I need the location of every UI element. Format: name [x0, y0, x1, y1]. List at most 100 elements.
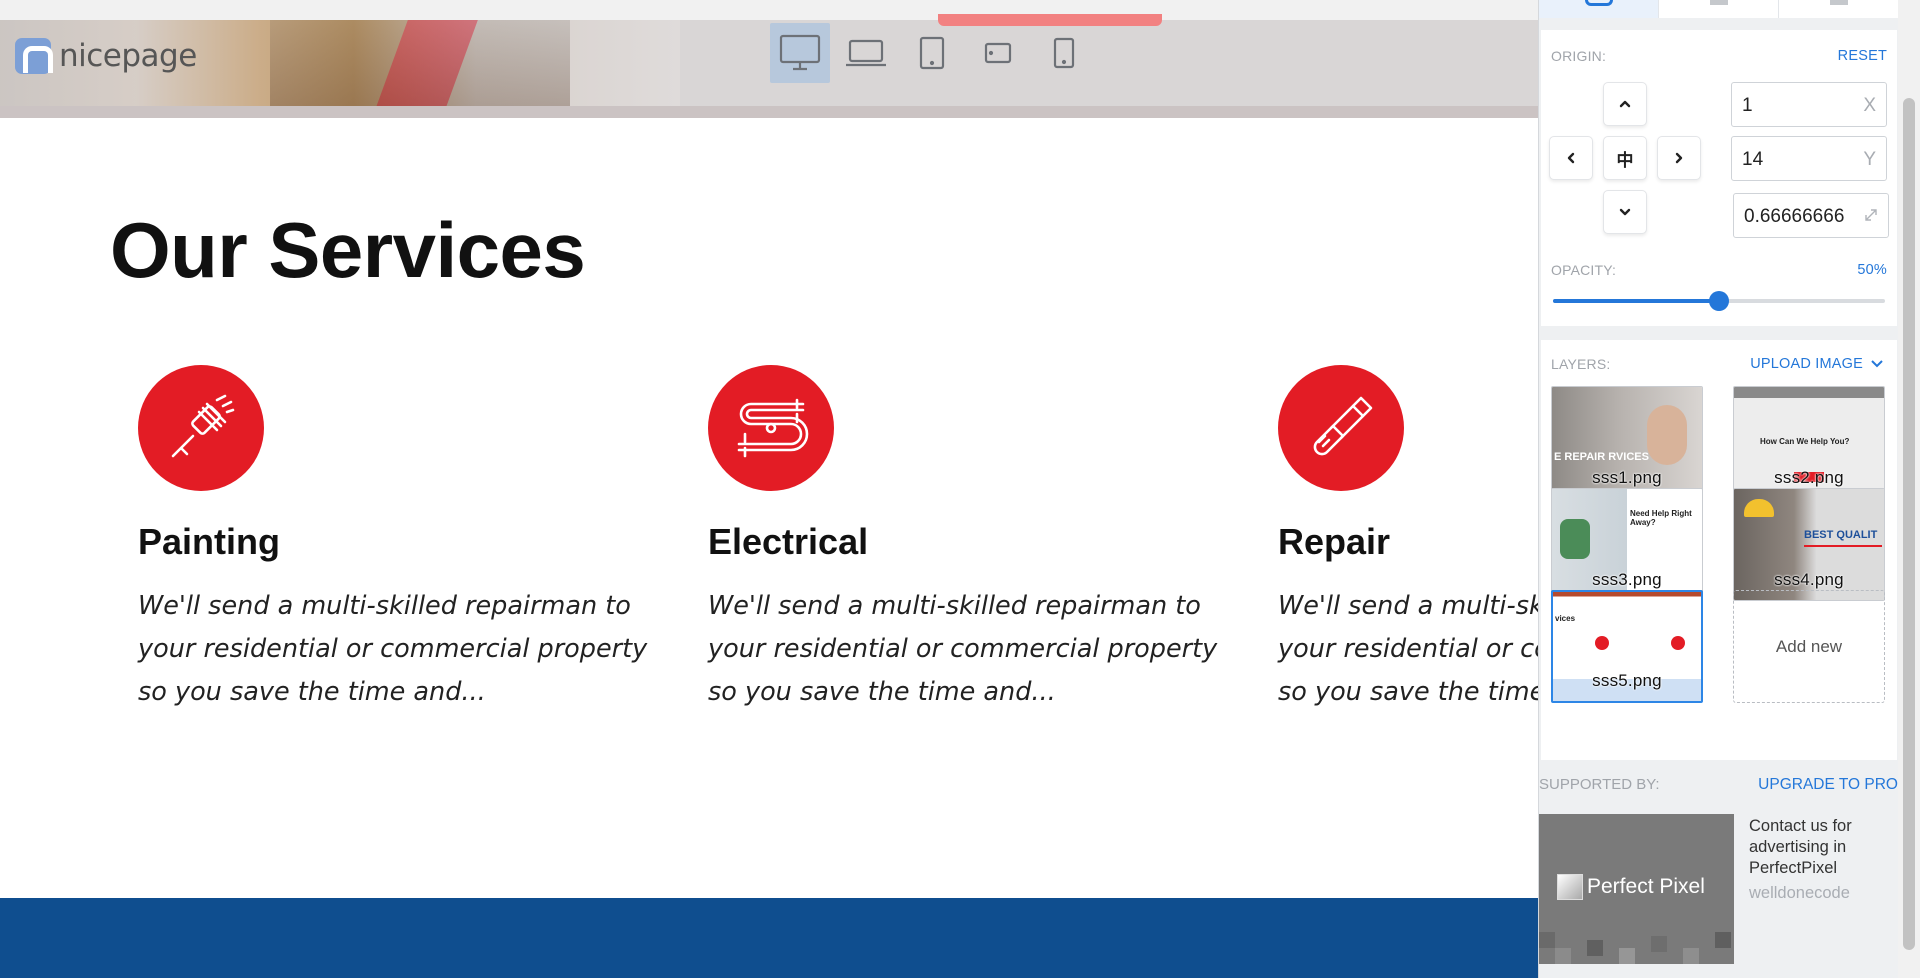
layer-preview-text: vices — [1555, 614, 1576, 623]
phone-icon — [1053, 37, 1075, 69]
scrollbar-thumb[interactable] — [1903, 98, 1915, 950]
tablet-landscape-icon — [984, 42, 1012, 64]
laptop-icon — [846, 39, 886, 67]
move-right-button[interactable] — [1657, 136, 1701, 180]
layers-label: LAYERS: — [1551, 356, 1611, 372]
ad-author[interactable]: welldonecode — [1749, 884, 1850, 903]
expand-icon — [1865, 209, 1877, 221]
y-axis-label: Y — [1863, 149, 1876, 170]
service-title: Electrical — [708, 521, 869, 562]
service-icon-circle — [1278, 365, 1404, 491]
pixel-tile — [1539, 932, 1555, 948]
header-bottom-bar — [0, 106, 1540, 118]
layers-card: LAYERS: UPLOAD IMAGE E REPAIR RVICES sss… — [1541, 340, 1897, 760]
scale-field[interactable]: 0.66666666 — [1733, 193, 1889, 238]
move-left-button[interactable] — [1549, 136, 1593, 180]
move-up-button[interactable] — [1603, 82, 1647, 126]
screwdriver-icon — [1313, 396, 1373, 456]
layer-name: sss4.png — [1774, 570, 1844, 589]
upgrade-to-pro-link[interactable]: UPGRADE TO PRO — [1758, 776, 1898, 794]
add-new-layer-button[interactable]: Add new — [1733, 590, 1885, 703]
tablet-icon — [919, 36, 945, 70]
device-phone-button[interactable] — [1034, 23, 1094, 83]
add-new-label: Add new — [1775, 636, 1843, 656]
settings-tab-icon — [1709, 0, 1728, 5]
overlay-tab-icon — [1584, 0, 1613, 6]
pixel-tile — [1587, 940, 1603, 956]
move-down-button[interactable] — [1603, 190, 1647, 234]
opacity-label: OPACITY: — [1551, 262, 1617, 278]
origin-x-value: 1 — [1742, 95, 1753, 116]
layer-preview-text: E REPAIR RVICES — [1554, 451, 1649, 463]
pixel-tile — [1683, 948, 1699, 964]
layer-name: sss2.png — [1774, 468, 1844, 487]
opacity-value: 50% — [1857, 262, 1887, 278]
tab-settings[interactable] — [1659, 0, 1779, 18]
service-description: We'll send a multi-skilled repairman to … — [708, 591, 1218, 707]
service-icon-circle — [708, 365, 834, 491]
perfectpixel-panel: ORIGIN: RESET 中 1 X 14 Y 0.66666666 OPAC… — [1538, 0, 1899, 978]
device-switcher — [770, 23, 1094, 83]
chevron-right-icon — [1675, 152, 1683, 164]
service-icon-circle — [138, 365, 264, 491]
chevron-left-icon — [1567, 152, 1575, 164]
upload-image-label: UPLOAD IMAGE — [1750, 356, 1863, 372]
tab-overlay[interactable] — [1539, 0, 1659, 18]
nicepage-logo[interactable]: nicepage — [15, 38, 197, 74]
device-laptop-button[interactable] — [836, 23, 896, 83]
layer-thumbnail[interactable]: E REPAIR RVICES sss1.png — [1551, 386, 1703, 499]
pixel-tile — [1555, 948, 1571, 964]
preview-red-dot — [1595, 636, 1609, 650]
service-description: We'll send a multi-skilled repairman to … — [138, 591, 648, 707]
device-desktop-button[interactable] — [770, 23, 830, 83]
layer-preview-text: How Can We Help You? — [1760, 437, 1850, 446]
layer-name: sss3.png — [1592, 570, 1662, 589]
layer-thumbnail-selected[interactable]: vices sss5.png — [1551, 590, 1703, 703]
ad-copy: Contact us for advertising in PerfectPix… — [1749, 817, 1852, 877]
person-figure — [1647, 405, 1687, 465]
electrical-wires-icon — [737, 398, 809, 458]
browser-edge — [0, 0, 1540, 20]
supported-by-label: SUPPORTED BY: — [1539, 776, 1660, 793]
chevron-down-icon — [1871, 360, 1883, 368]
chevron-down-icon — [1619, 208, 1631, 216]
tab-layers[interactable] — [1779, 0, 1899, 18]
origin-x-field[interactable]: 1 X — [1731, 82, 1887, 127]
origin-label: ORIGIN: — [1551, 48, 1607, 64]
device-tablet-landscape-button[interactable] — [968, 23, 1028, 83]
perfectpixel-ad-logo: Perfect Pixel — [1557, 874, 1705, 900]
opacity-slider[interactable] — [1553, 291, 1885, 311]
layer-preview-text: BEST QUALIT — [1804, 529, 1878, 541]
layer-name: sss1.png — [1592, 468, 1662, 487]
person-figure — [1560, 519, 1590, 559]
nicepage-logo-icon — [15, 38, 53, 74]
desktop-icon — [779, 34, 821, 71]
footer-band — [0, 898, 1540, 978]
paint-roller-icon — [171, 394, 235, 458]
origin-y-field[interactable]: 14 Y — [1731, 136, 1887, 181]
device-tablet-button[interactable] — [902, 23, 962, 83]
ad-banner[interactable]: Perfect Pixel — [1539, 814, 1734, 964]
upload-image-button[interactable]: UPLOAD IMAGE — [1750, 356, 1883, 372]
preview-red-line — [1804, 545, 1882, 547]
panel-tabs — [1539, 0, 1899, 18]
reset-button[interactable]: RESET — [1838, 48, 1887, 64]
perfectpixel-logo-icon — [1557, 874, 1583, 900]
origin-y-value: 14 — [1742, 149, 1764, 170]
panel-scrollbar[interactable] — [1898, 0, 1920, 978]
service-card: Painting We'll send a multi-skilled repa… — [138, 365, 658, 714]
layer-preview-text: Need Help Right Away? — [1630, 509, 1692, 527]
origin-card: ORIGIN: RESET 中 1 X 14 Y 0.66666666 OPAC… — [1541, 30, 1897, 326]
layer-thumbnail[interactable]: How Can We Help You? sss2.png — [1733, 386, 1885, 499]
center-button[interactable]: 中 — [1603, 136, 1647, 180]
opacity-slider-fill — [1553, 299, 1719, 303]
services-heading: Our Services — [110, 206, 586, 294]
x-axis-label: X — [1863, 95, 1876, 116]
pixel-tile — [1715, 932, 1731, 948]
layer-thumbnail[interactable]: BEST QUALIT sss4.png — [1733, 488, 1885, 601]
layers-tab-icon — [1829, 0, 1848, 5]
layer-thumbnail[interactable]: Need Help Right Away? sss3.png — [1551, 488, 1703, 601]
scale-value: 0.66666666 — [1744, 206, 1845, 227]
service-card: Electrical We'll send a multi-skilled re… — [708, 365, 1228, 714]
opacity-slider-handle[interactable] — [1709, 291, 1729, 311]
